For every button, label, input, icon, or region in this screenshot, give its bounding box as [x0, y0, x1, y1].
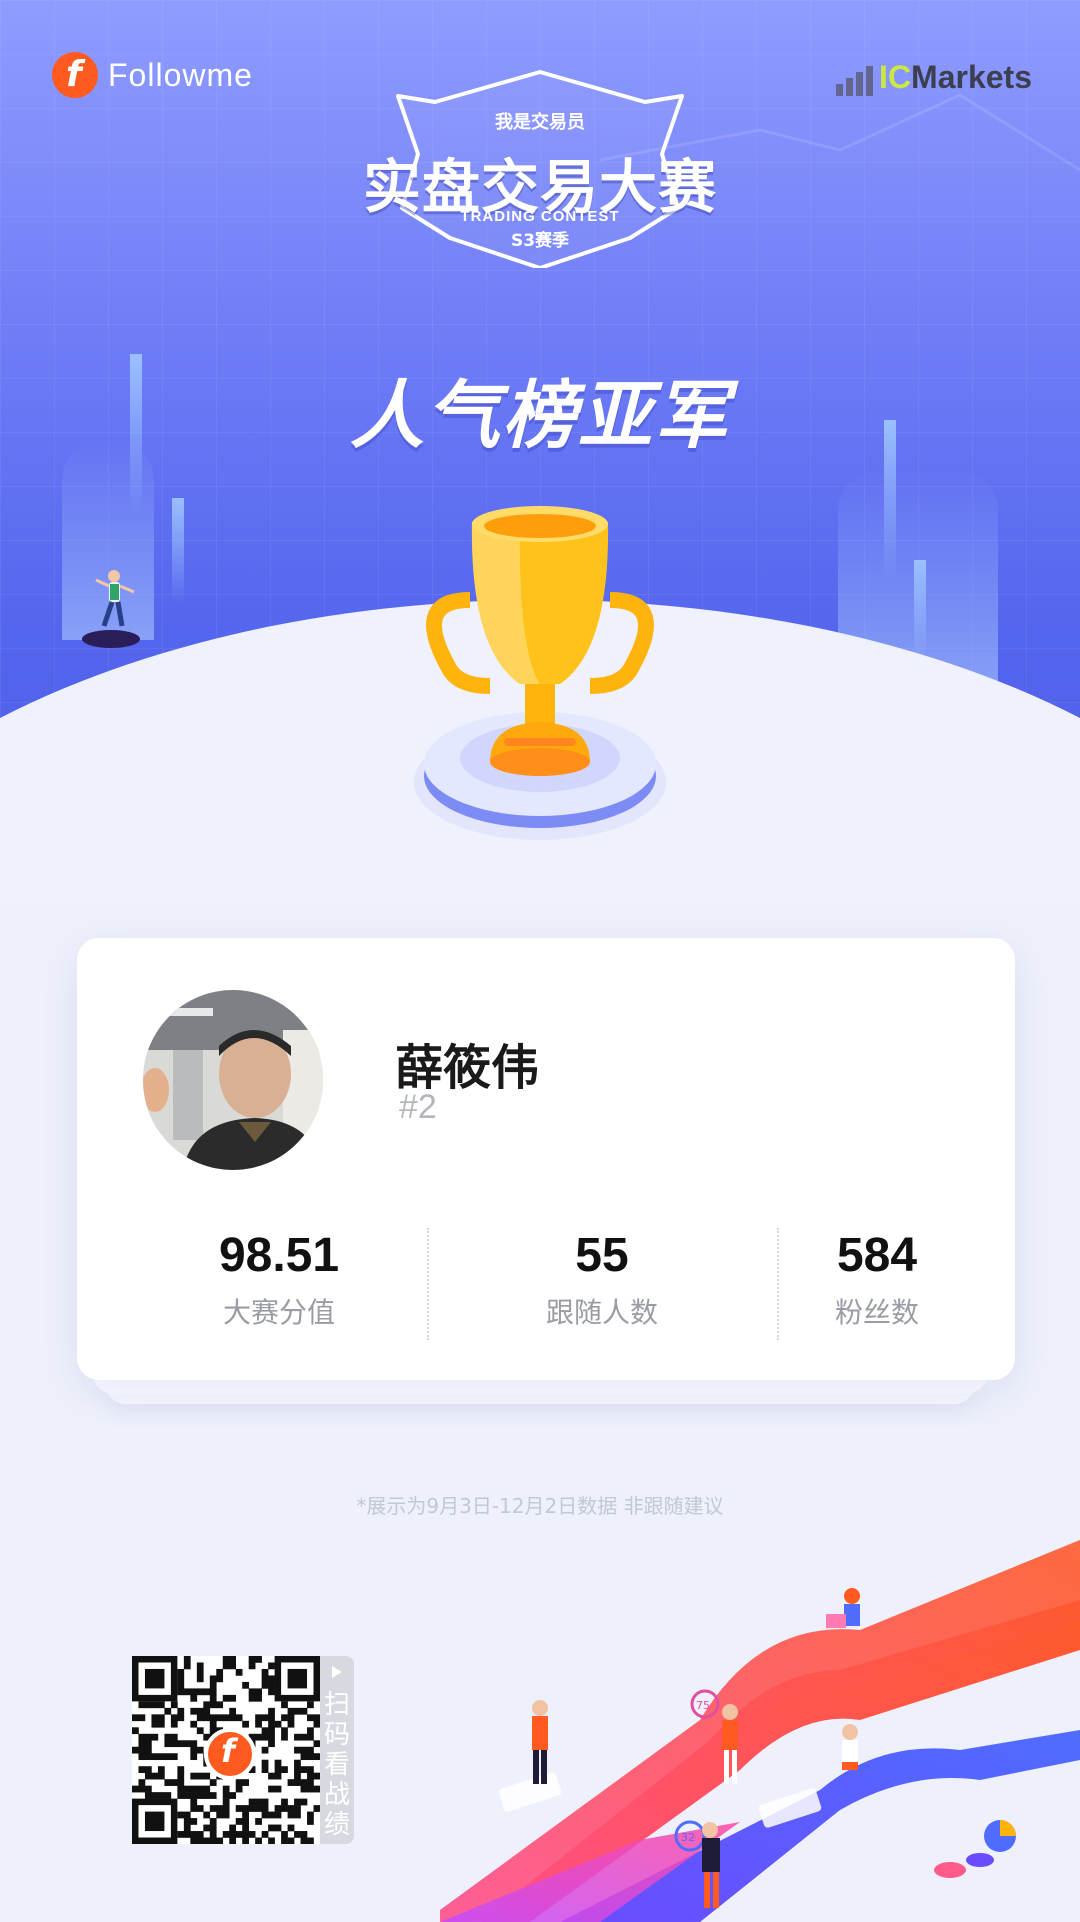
- data-disclaimer: *展示为9月3日-12月2日数据 非跟随建议: [356, 1494, 724, 1518]
- dancing-person-figure: [95, 570, 135, 627]
- trophy-illustration: [410, 500, 670, 860]
- stat-label: 跟随人数: [545, 1296, 658, 1329]
- stat-label: 大赛分值: [222, 1296, 335, 1329]
- qr-followme-logo-icon: [204, 1728, 256, 1780]
- right-beam-short: [914, 560, 926, 660]
- qr-finder-pattern: [144, 1811, 165, 1832]
- scene-badge-a: 75: [696, 1699, 710, 1712]
- stat-followers: 55 跟随人数: [452, 1228, 752, 1331]
- trader-card: 薛筱伟 #2 98.51 大赛分值 55 跟随人数 584 粉丝数: [77, 938, 1015, 1380]
- trader-avatar[interactable]: [143, 990, 323, 1170]
- award-title: 人气榜亚军: [350, 373, 730, 459]
- ic-markets-logo-text: ICMarkets: [879, 59, 1032, 95]
- trophy-icon: [414, 506, 666, 840]
- ic-markets-logo: ICMarkets: [836, 58, 1032, 96]
- scene-badge-b: 32: [681, 1831, 695, 1844]
- ic-markets-bars-icon: [836, 58, 874, 96]
- scan-qr-caption: 扫码看战绩: [323, 1690, 350, 1840]
- stat-label: 粉丝数: [834, 1296, 919, 1329]
- followme-logo-text: Followme: [108, 56, 253, 93]
- stat-contest-score: 98.51 大赛分值: [129, 1228, 429, 1331]
- avatar-photo: [143, 990, 323, 1170]
- qr-code[interactable]: [132, 1656, 321, 1845]
- left-beam-short: [172, 498, 184, 602]
- trader-rank: #2: [399, 1088, 437, 1126]
- followme-logo-icon: [52, 52, 98, 98]
- qr-finder-pattern: [144, 1668, 165, 1689]
- badge-season: S3赛季: [510, 231, 570, 251]
- followme-logo: Followme: [52, 52, 253, 98]
- qr-finder-pattern: [287, 1668, 308, 1689]
- stat-value: 55: [575, 1229, 629, 1282]
- stat-value: 98.51: [218, 1229, 340, 1282]
- badge-subtitle: 我是交易员: [495, 112, 585, 133]
- stat-value: 584: [836, 1229, 918, 1282]
- stat-fans: 584 粉丝数: [727, 1228, 1027, 1331]
- stat-divider: [427, 1228, 429, 1340]
- contest-badge: 我是交易员 实盘交易大赛 TRADING CONTEST S3赛季: [360, 68, 720, 268]
- play-arrow-icon: [332, 1666, 342, 1678]
- badge-english-title: TRADING CONTEST: [460, 208, 620, 225]
- contest-road-illustration: 75 32: [440, 1540, 1080, 1922]
